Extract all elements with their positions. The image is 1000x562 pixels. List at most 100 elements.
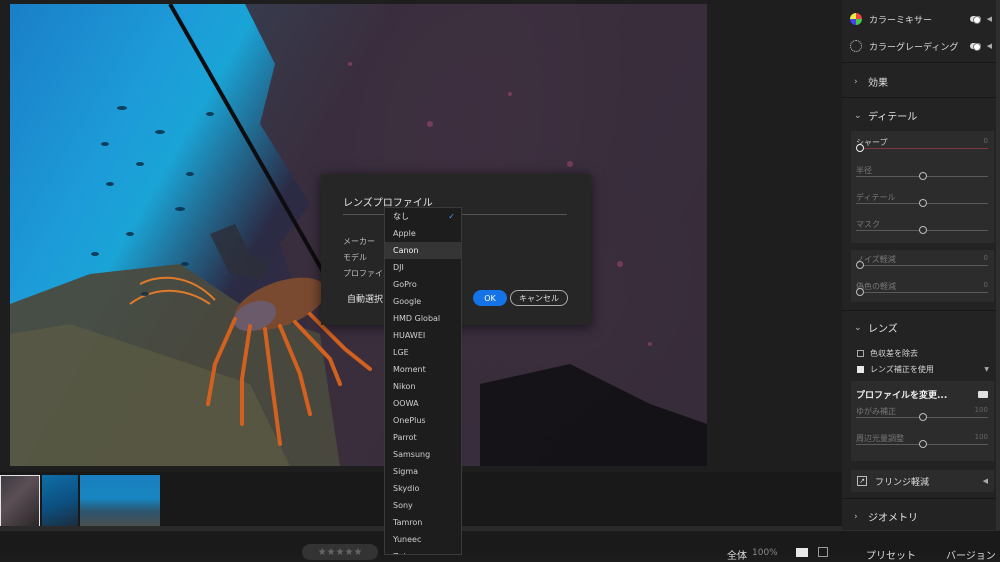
slider-track[interactable] <box>856 265 988 266</box>
section-detail[interactable]: ⌄ ディテール <box>854 108 918 124</box>
color-wheel-icon <box>850 13 862 25</box>
defringe-label: フリンジ軽減 <box>875 477 930 488</box>
dropdown-option-label: Yuneec <box>393 535 422 544</box>
dropdown-option[interactable]: Samsung <box>385 446 461 463</box>
section-title: レンズ <box>868 324 898 335</box>
chevron-right-icon: › <box>854 511 858 522</box>
divider <box>842 498 996 499</box>
slider-knob[interactable] <box>919 226 927 234</box>
dropdown-arrow-icon[interactable]: ▼ <box>984 366 989 373</box>
slider-value[interactable]: 100 <box>975 406 988 414</box>
dropdown-option[interactable]: Skydio <box>385 480 461 497</box>
slider-track[interactable] <box>856 292 988 293</box>
dropdown-option[interactable]: Zeiss <box>385 548 461 554</box>
enable-lens-correction-checkbox[interactable]: レンズ補正を使用 ▼ <box>857 364 989 375</box>
slider-knob[interactable] <box>919 413 927 421</box>
maker-dropdown-list[interactable]: なし ✓ Apple Canon DJI GoPro Google HMD Global HUA… <box>384 207 462 555</box>
dropdown-option-label: Moment <box>393 365 426 374</box>
section-effects[interactable]: › 効果 <box>854 74 888 90</box>
maker-label: メーカー <box>343 237 375 246</box>
split-view-icon[interactable] <box>818 547 828 557</box>
camera-icon[interactable] <box>978 391 988 398</box>
before-after-icon[interactable] <box>796 548 808 557</box>
dropdown-option[interactable]: Apple <box>385 225 461 242</box>
section-title: ディテール <box>868 112 918 123</box>
slider-label: マスク <box>856 220 880 229</box>
dropdown-option[interactable]: HMD Global <box>385 310 461 327</box>
filmstrip-thumbnail[interactable] <box>80 475 160 527</box>
dropdown-option[interactable]: HUAWEI <box>385 327 461 344</box>
slider-label: 周辺光量調整 <box>856 434 904 443</box>
slider-knob[interactable] <box>919 199 927 207</box>
dropdown-option[interactable]: Google <box>385 293 461 310</box>
filmstrip-thumbnail-selected[interactable] <box>0 475 40 527</box>
slider-knob[interactable] <box>856 144 864 152</box>
slider-value[interactable]: 0 <box>984 281 988 289</box>
model-label: モデル <box>343 253 367 262</box>
dropdown-option-label: OOWA <box>393 399 419 408</box>
checkbox-label: 色収差を除去 <box>870 349 918 358</box>
dropdown-option-label: Apple <box>393 229 416 238</box>
slider-track[interactable] <box>856 148 988 149</box>
checkbox[interactable] <box>857 366 864 373</box>
dropdown-option[interactable]: OnePlus <box>385 412 461 429</box>
dropdown-option-label: OnePlus <box>393 416 426 425</box>
dropdown-option-label: Sony <box>393 501 413 510</box>
color-grading-toggle[interactable] <box>969 43 981 51</box>
auto-select-label[interactable]: 自動選択 <box>347 292 383 305</box>
color-grading-row[interactable]: カラーグレーディング ◀ <box>850 35 992 57</box>
collapse-arrow-icon[interactable]: ◀ <box>987 15 992 23</box>
dropdown-option[interactable]: Moment <box>385 361 461 378</box>
divider <box>842 97 996 98</box>
slider-value[interactable]: 100 <box>975 433 988 441</box>
slider-knob[interactable] <box>856 288 864 296</box>
dropdown-option-label: GoPro <box>393 280 417 289</box>
slider-value[interactable]: 0 <box>984 254 988 262</box>
panel-scrollbar[interactable] <box>996 0 1000 530</box>
dropdown-option-label: HMD Global <box>393 314 441 323</box>
dropdown-option-label: なし <box>393 212 409 221</box>
section-lens[interactable]: ⌄ レンズ <box>854 320 898 336</box>
slider-value[interactable]: 0 <box>984 137 988 145</box>
dropdown-option-label: Sigma <box>393 467 419 476</box>
remove-ca-checkbox[interactable]: 色収差を除去 <box>857 348 918 359</box>
star-rating[interactable]: ★★★★★ <box>302 544 378 560</box>
change-profile-row[interactable]: プロファイルを変更... <box>856 388 988 401</box>
defringe-row[interactable]: ↗ フリンジ軽減 ◀ <box>851 470 994 492</box>
slider-knob[interactable] <box>919 172 927 180</box>
color-grading-label: カラーグレーディング <box>869 42 959 53</box>
slider-knob[interactable] <box>856 261 864 269</box>
dropdown-option[interactable]: LGE <box>385 344 461 361</box>
checkmark-icon: ✓ <box>448 212 455 221</box>
dropdown-option-label: Canon <box>393 246 419 255</box>
divider <box>842 62 996 63</box>
dropdown-option-label: Skydio <box>393 484 420 493</box>
dropdown-option[interactable]: Tamron <box>385 514 461 531</box>
dropdown-option[interactable]: OOWA <box>385 395 461 412</box>
color-mixer-label: カラーミキサー <box>869 15 933 26</box>
dropdown-option[interactable]: GoPro <box>385 276 461 293</box>
dropdown-option[interactable]: Nikon <box>385 378 461 395</box>
cancel-button[interactable]: キャンセル <box>510 290 568 306</box>
collapse-arrow-icon[interactable]: ◀ <box>987 42 992 50</box>
dropdown-option[interactable]: Parrot <box>385 429 461 446</box>
collapse-arrow-icon[interactable]: ◀ <box>983 477 988 485</box>
slider-label: ゆがみ補正 <box>856 407 896 416</box>
dropdown-option[interactable]: Sigma <box>385 463 461 480</box>
zoom-level[interactable]: 100% <box>752 548 778 558</box>
ok-button[interactable]: OK <box>473 290 507 306</box>
slider-knob[interactable] <box>919 440 927 448</box>
section-geometry[interactable]: › ジオメトリ <box>854 509 918 525</box>
color-mixer-toggle[interactable] <box>969 16 981 24</box>
dropdown-option[interactable]: Yuneec <box>385 531 461 548</box>
change-profile-label[interactable]: プロファイルを変更... <box>856 388 978 401</box>
dropdown-option[interactable]: Sony <box>385 497 461 514</box>
checkbox[interactable] <box>857 350 864 357</box>
dropdown-option[interactable]: DJI <box>385 259 461 276</box>
chevron-down-icon: ⌄ <box>854 110 862 121</box>
filmstrip-thumbnail[interactable] <box>42 475 78 527</box>
color-mixer-row[interactable]: カラーミキサー ◀ <box>850 8 992 30</box>
dropdown-option[interactable]: Canon <box>385 242 461 259</box>
chevron-right-icon: › <box>854 76 858 87</box>
dropdown-option[interactable]: なし ✓ <box>385 208 461 225</box>
